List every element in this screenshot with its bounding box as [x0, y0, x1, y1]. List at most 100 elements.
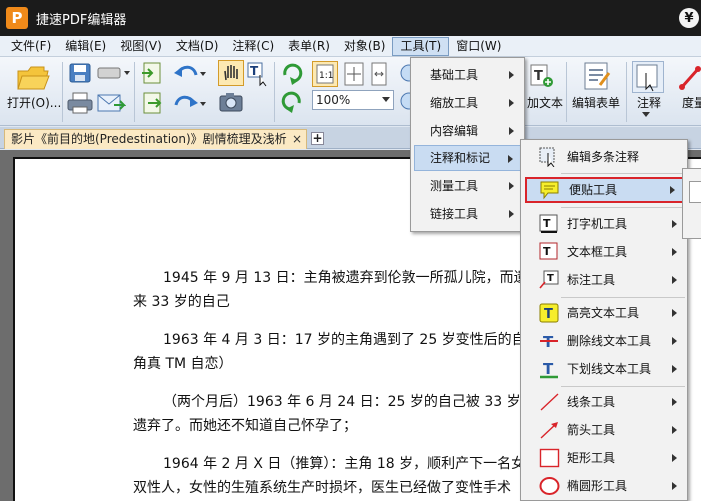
menu-item-link-tools[interactable]: 链接工具	[414, 201, 522, 227]
chevron-down-icon	[382, 97, 390, 102]
yen-icon[interactable]: ¥	[679, 8, 699, 28]
edit-form-icon[interactable]	[582, 61, 612, 91]
fit-page-icon[interactable]	[342, 61, 366, 87]
chevron-right-icon	[672, 276, 677, 284]
menu-item-label: 注释和标记	[430, 151, 491, 165]
chevron-right-icon	[509, 182, 514, 190]
add-text-icon[interactable]: T	[528, 63, 554, 89]
menu-item-measure-tools[interactable]: 测量工具	[414, 173, 522, 199]
menu-item-zoom-tools[interactable]: 缩放工具	[414, 90, 522, 116]
chevron-right-icon	[672, 482, 677, 490]
chevron-right-icon	[509, 71, 514, 79]
menu-item-textbox-tool[interactable]: T 文本框工具	[525, 239, 685, 265]
hand-tool-icon[interactable]	[218, 60, 244, 86]
app-logo-icon: P	[6, 7, 28, 29]
annotate-button-label[interactable]: 注释	[637, 94, 661, 111]
redo-icon[interactable]	[172, 93, 208, 115]
menu-item-arrow-tool[interactable]: 箭头工具	[525, 417, 685, 443]
save-icon[interactable]	[68, 62, 92, 84]
document-tab[interactable]: 影片《前目的地(Predestination)》剧情梳理及浅析 ×	[4, 129, 307, 149]
menu-item-basic-tools[interactable]: 基础工具	[414, 62, 522, 88]
textbox-icon: T	[539, 242, 558, 260]
rotate-counterclockwise-icon[interactable]	[280, 89, 304, 113]
svg-text:T: T	[547, 273, 554, 284]
annotation-tool-icon[interactable]	[632, 61, 664, 93]
extract-page-icon[interactable]	[140, 91, 164, 115]
open-button-label[interactable]: 打开(O)...	[7, 94, 61, 111]
snapshot-camera-icon[interactable]	[218, 91, 244, 113]
menu-item-label: 打字机工具	[567, 217, 628, 231]
menu-form[interactable]: 表单(R)	[281, 37, 337, 56]
sticky-note-icon	[540, 181, 559, 200]
menu-item-label: 文本框工具	[567, 245, 628, 259]
menu-separator	[561, 173, 685, 174]
fit-width-icon[interactable]	[370, 61, 388, 87]
undo-icon[interactable]	[172, 63, 208, 85]
open-folder-icon[interactable]	[16, 63, 50, 91]
menu-item-sticky-note-tool[interactable]: 便贴工具	[525, 177, 685, 203]
menu-object[interactable]: 对象(B)	[337, 37, 393, 56]
menu-separator	[561, 207, 685, 208]
edit-form-button-label[interactable]: 编辑表单	[572, 94, 620, 111]
menu-item-callout-tool[interactable]: T 标注工具	[525, 267, 685, 293]
underline-text-icon: T	[540, 360, 558, 379]
menu-item-label: 箭头工具	[567, 423, 616, 437]
select-text-icon[interactable]: T	[246, 61, 270, 87]
scanner-icon[interactable]	[96, 65, 132, 81]
comments-and-markup-submenu: 编辑多条注释 便贴工具 T 打字机工具 T 文本框工具 T 标注工具 T 高亮文…	[520, 139, 688, 501]
title-bar: P 捷速PDF编辑器 ¥	[0, 0, 701, 36]
menu-item-rectangle-tool[interactable]: 矩形工具	[525, 445, 685, 471]
menu-window[interactable]: 窗口(W)	[449, 37, 508, 56]
menu-comment[interactable]: 注释(C)	[225, 37, 281, 56]
menu-item-typewriter-tool[interactable]: T 打字机工具	[525, 211, 685, 237]
menu-item-highlight-text-tool[interactable]: T 高亮文本工具	[525, 300, 685, 326]
menu-item-strikethrough-text-tool[interactable]: T 删除线文本工具	[525, 328, 685, 354]
menu-item-edit-multiple-annotations[interactable]: 编辑多条注释	[525, 144, 685, 170]
menu-item-comments-and-markup[interactable]: 注释和标记	[414, 145, 522, 171]
new-tab-button[interactable]: +	[311, 132, 324, 145]
insert-page-icon[interactable]	[140, 61, 164, 85]
svg-text:T: T	[534, 69, 543, 84]
svg-text:T: T	[543, 245, 551, 258]
toolbar-separator	[134, 62, 135, 122]
menu-separator	[561, 386, 685, 387]
actual-size-icon[interactable]: 1:1	[312, 61, 338, 87]
toolbar-separator	[566, 62, 567, 122]
ellipse-icon	[539, 477, 560, 495]
menu-item-line-tool[interactable]: 线条工具	[525, 389, 685, 415]
rotate-clockwise-icon[interactable]	[280, 61, 304, 85]
zoom-select[interactable]: 100%	[312, 90, 394, 110]
menu-item-label: 标注工具	[567, 273, 616, 287]
chevron-right-icon	[509, 99, 514, 107]
menu-view[interactable]: 视图(V)	[113, 37, 169, 56]
svg-text:T: T	[543, 217, 551, 230]
print-icon[interactable]	[66, 91, 94, 115]
rectangle-icon	[539, 448, 560, 468]
menu-item-content-editing[interactable]: 内容编辑	[414, 118, 522, 144]
menu-item-label: 内容编辑	[430, 124, 479, 138]
menu-item-underline-text-tool[interactable]: T 下划线文本工具	[525, 356, 685, 382]
menu-item-ellipse-tool[interactable]: 椭圆形工具	[525, 473, 685, 499]
menu-file[interactable]: 文件(F)	[4, 37, 58, 56]
sticky-note-submenu-item[interactable]	[689, 181, 701, 203]
toolbar-separator	[274, 62, 275, 122]
menu-item-label: 删除线文本工具	[567, 334, 652, 348]
chevron-right-icon	[672, 309, 677, 317]
menu-item-label: 便贴工具	[569, 183, 618, 197]
zoom-value: 100%	[316, 93, 351, 107]
chevron-down-icon[interactable]	[641, 111, 651, 119]
add-text-button-label[interactable]: 加文本	[527, 94, 563, 111]
email-icon[interactable]	[96, 91, 126, 115]
menu-item-label: 编辑多条注释	[567, 150, 640, 164]
measure-tool-icon[interactable]	[678, 63, 701, 91]
edit-multiple-annotations-icon	[539, 147, 555, 167]
menu-tools[interactable]: 工具(T)	[392, 36, 450, 56]
menu-edit[interactable]: 编辑(E)	[58, 37, 113, 56]
menu-document[interactable]: 文档(D)	[169, 37, 226, 56]
measure-button-label[interactable]: 度量	[682, 94, 701, 111]
callout-icon: T	[539, 270, 559, 289]
close-icon[interactable]: ×	[292, 130, 302, 148]
chevron-right-icon	[670, 186, 675, 194]
menu-item-label: 线条工具	[567, 395, 616, 409]
chevron-right-icon	[672, 426, 677, 434]
